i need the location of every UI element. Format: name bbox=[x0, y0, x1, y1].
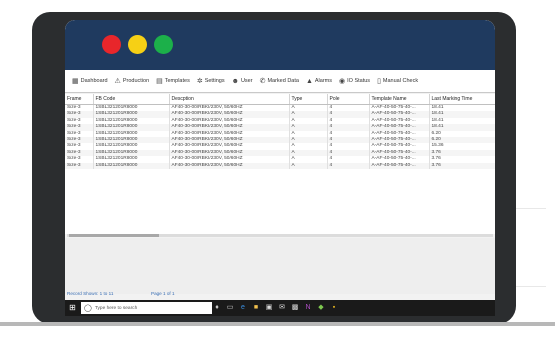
nav-item-settings[interactable]: ✲ Settings bbox=[197, 78, 225, 85]
table-cell: A bbox=[289, 104, 328, 112]
io-status-icon: ◉ bbox=[339, 77, 346, 85]
records-shown-label: Record Shown: 1 to 11 bbox=[67, 291, 114, 296]
close-window-button[interactable] bbox=[102, 35, 121, 54]
store-icon[interactable]: ▣ bbox=[265, 304, 273, 312]
gear-icon: ✲ bbox=[196, 77, 203, 85]
marked-data-icon: ✆ bbox=[259, 77, 266, 85]
column-header[interactable]: Template Name bbox=[369, 94, 430, 105]
nav-item-label: Dashboard bbox=[80, 78, 108, 84]
nav-item-label: Marked Data bbox=[267, 78, 299, 84]
scrollbar-thumb[interactable] bbox=[69, 234, 159, 237]
table-body: Size-3 1SBL321201R8000 AF40-30-00/RBKI/230… bbox=[65, 104, 495, 170]
teams-icon[interactable]: ◆ bbox=[317, 304, 325, 312]
column-header[interactable]: Pole bbox=[327, 94, 370, 105]
empty-panel bbox=[65, 238, 495, 294]
manual-check-icon: ▯ bbox=[377, 77, 381, 85]
nav-item-label: Production bbox=[122, 78, 150, 84]
nav-item-dashboard[interactable]: ▦ Dashboard bbox=[72, 78, 108, 85]
table-row[interactable]: Size-3 1SBL321201R8000 AF40-30-00/RBKI/230… bbox=[65, 104, 495, 112]
maximize-window-button[interactable] bbox=[154, 35, 173, 54]
table-cell: A bbox=[289, 162, 328, 170]
nav-item-marked-data[interactable]: ✆ Marked Data bbox=[260, 78, 299, 85]
nav-item-label: User bbox=[240, 78, 253, 84]
nav-item-label: Manual Check bbox=[382, 78, 419, 84]
column-header[interactable]: Last Marking Time bbox=[429, 94, 495, 105]
page-indicator: Page 1 of 1 bbox=[151, 291, 175, 296]
column-header[interactable]: Frame bbox=[65, 94, 94, 105]
cortana-icon: ◯ bbox=[84, 304, 92, 312]
table-cell: Size-3 bbox=[65, 104, 94, 112]
main-navigation: ▦ Dashboard ⚠ Production ▤ Templates ✲ Settings… bbox=[65, 70, 495, 93]
table-cell: 18.41 bbox=[429, 104, 495, 112]
nav-item-manual-check[interactable]: ▯ Manual Check bbox=[377, 78, 418, 85]
window-header bbox=[65, 20, 495, 70]
column-header[interactable]: Type bbox=[289, 94, 328, 105]
horizontal-scrollbar[interactable] bbox=[67, 234, 493, 237]
nav-item-alarms[interactable]: ▲ Alarms bbox=[306, 78, 332, 85]
production-icon: ⚠ bbox=[114, 77, 121, 85]
alarm-icon: ▲ bbox=[305, 77, 313, 85]
table-cell: 3.76 bbox=[429, 162, 495, 170]
photos-icon[interactable]: ▩ bbox=[291, 304, 299, 312]
search-placeholder: Type here to search bbox=[94, 305, 138, 311]
onenote-icon[interactable]: N bbox=[304, 304, 312, 312]
laptop-base bbox=[0, 322, 555, 326]
table-cell: AF40-30-00/RBKI/230V, 50/60HZ bbox=[169, 162, 290, 170]
windows-start-icon[interactable]: ⊞ bbox=[68, 303, 77, 312]
taskbar-search-box[interactable]: ◯ Type here to search bbox=[81, 302, 212, 314]
nav-item-templates[interactable]: ▤ Templates bbox=[156, 78, 190, 85]
table-cell: A-AF-40-50-75-40-... bbox=[369, 162, 430, 170]
app-icon[interactable]: ▪ bbox=[330, 304, 338, 312]
nav-item-io-status[interactable]: ◉ IO Status bbox=[339, 78, 370, 85]
app-window: ▦ Dashboard ⚠ Production ▤ Templates ✲ Settings… bbox=[65, 20, 495, 316]
mail-icon[interactable]: ✉ bbox=[278, 304, 286, 312]
table-cell: 4 bbox=[327, 162, 370, 170]
table-cell: AF40-30-00/RBKI/230V, 50/60HZ bbox=[169, 104, 290, 112]
file-explorer-icon[interactable]: ■ bbox=[252, 304, 260, 312]
nav-item-label: Templates bbox=[164, 78, 190, 84]
table-row[interactable]: Size-3 1SBL321201R8000 AF40-30-00/RBKI/230… bbox=[65, 162, 495, 170]
data-table-panel: Frame FB Code Descption Type Pole Template Na… bbox=[65, 94, 495, 234]
dashboard-icon: ▦ bbox=[72, 77, 79, 85]
decorative-line bbox=[516, 286, 546, 287]
table-cell: 4 bbox=[327, 104, 370, 112]
nav-item-label: Alarms bbox=[314, 78, 333, 84]
templates-icon: ▤ bbox=[156, 77, 163, 85]
nav-item-label: Settings bbox=[204, 78, 225, 84]
column-header[interactable]: Descption bbox=[169, 94, 290, 105]
users-icon: ☻ bbox=[231, 77, 239, 85]
table-header-row: Frame FB Code Descption Type Pole Template Na… bbox=[65, 94, 495, 105]
nav-item-user[interactable]: ☻ User bbox=[232, 78, 253, 85]
table-cell: Size-3 bbox=[65, 162, 94, 170]
nav-item-label: IO Status bbox=[347, 78, 371, 84]
minimize-window-button[interactable] bbox=[128, 35, 147, 54]
nav-item-production[interactable]: ⚠ Production bbox=[115, 78, 150, 85]
marking-table: Frame FB Code Descption Type Pole Template Na… bbox=[65, 94, 495, 170]
mic-icon[interactable]: ♦ bbox=[213, 304, 221, 312]
edge-icon[interactable]: e bbox=[239, 304, 247, 312]
decorative-line bbox=[516, 208, 546, 209]
table-cell: 1SBL321201R8000 bbox=[93, 104, 170, 112]
column-header[interactable]: FB Code bbox=[93, 94, 170, 105]
table-cell: 1SBL321201R8000 bbox=[93, 162, 170, 170]
windows-taskbar: ⊞ ◯ Type here to search ♦ ▭ e ■ ▣ ✉ ▩ N ◆ ▪ bbox=[65, 300, 495, 316]
task-view-icon[interactable]: ▭ bbox=[226, 304, 234, 312]
table-cell: A-AF-40-50-75-40-... bbox=[369, 104, 430, 112]
